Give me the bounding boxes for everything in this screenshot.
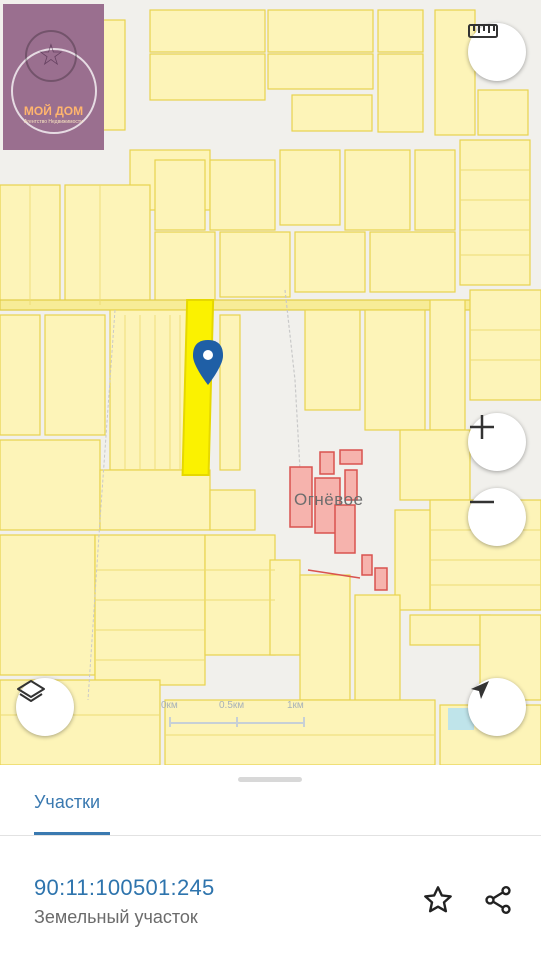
scale-tick: [236, 717, 238, 727]
minus-icon: [470, 500, 494, 504]
selected-parcel[interactable]: [181, 299, 215, 476]
scale-label-2: 1км: [287, 700, 304, 711]
navigation-arrow-icon: [471, 681, 489, 699]
logo-title: МОЙ ДОМ: [23, 104, 84, 118]
zoom-in-button[interactable]: [468, 413, 526, 471]
logo-subtitle: Агентство Недвижимости: [24, 119, 83, 125]
parcel-cadastral-number[interactable]: 90:11:100501:245: [34, 875, 215, 901]
sheet-drag-handle[interactable]: [238, 777, 302, 782]
zoom-out-button[interactable]: [468, 488, 526, 546]
parcel-type: Земельный участок: [34, 907, 198, 927]
plus-icon: [470, 415, 494, 439]
favorite-button[interactable]: [421, 883, 455, 917]
settlement-buildings: [289, 449, 388, 591]
locate-button[interactable]: [468, 678, 526, 736]
divider: [0, 835, 541, 836]
scale-label-1: 0.5км: [219, 700, 245, 711]
layers-button[interactable]: [16, 678, 74, 736]
ruler-icon: [468, 24, 498, 38]
ruler-button[interactable]: [468, 23, 526, 81]
map-view[interactable]: ☆ МОЙ ДОМ Агентство Недвижимости Огнёвое…: [0, 0, 541, 765]
bottom-sheet: Участки 90:11:100501:245 Земельный участ…: [0, 765, 541, 960]
scale-tick: [303, 717, 305, 727]
star-icon: ☆: [25, 30, 77, 82]
tab-parcels[interactable]: Участки: [34, 792, 100, 813]
share-button[interactable]: [481, 883, 515, 917]
star-icon: [424, 886, 452, 913]
town-label: Огнёвое: [294, 490, 364, 509]
agency-logo: ☆ МОЙ ДОМ Агентство Недвижимости: [3, 4, 104, 150]
layers-icon: [17, 680, 45, 702]
scale-label-0: 0км: [161, 700, 178, 711]
scale-bar: 0км 0.5км 1км: [161, 700, 307, 730]
scale-tick: [169, 717, 171, 727]
share-icon: [485, 886, 511, 914]
